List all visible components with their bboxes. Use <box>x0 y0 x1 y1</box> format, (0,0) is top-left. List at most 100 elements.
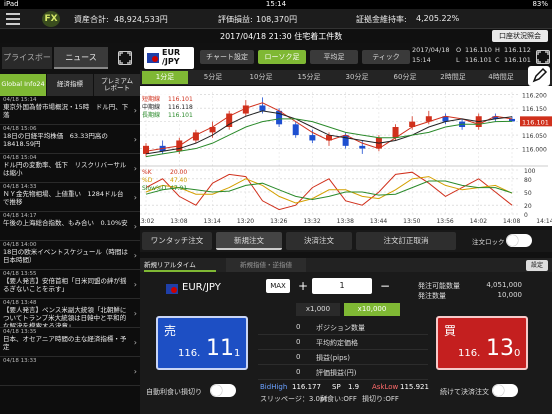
account-bar: FX 資産合計: 48,924,533円 評価損益: 108,370円 証拠金維… <box>0 9 552 29</box>
chart-settings-button[interactable]: チャート設定 <box>200 50 254 64</box>
osc-legend-name: Slow%D <box>142 185 167 192</box>
plus-button[interactable]: + <box>296 279 310 293</box>
chevron-right-icon: › <box>133 280 137 289</box>
news-sub-tabs: Global Info24 経済指標 プレミアム レポート <box>0 74 140 96</box>
tick-button[interactable]: ティック <box>362 50 410 64</box>
heikin-ashi-button[interactable]: 平均足 <box>310 50 358 64</box>
menu-icon[interactable] <box>6 13 20 25</box>
tab-news[interactable]: ニュース <box>54 47 108 69</box>
pen-icon <box>532 67 548 83</box>
candle-body <box>342 135 349 146</box>
tab-one-touch-order[interactable]: ワンタッチ注文 <box>142 232 212 250</box>
news-headline: 18日の日経平均株価 63.33円高の18418.59円 <box>3 132 108 149</box>
info-row: 0 ポジション数量 <box>258 322 428 335</box>
news-item[interactable]: 04/18 15:14 東京外国為替市場概況・15時 ドル円、下落 › <box>0 96 140 125</box>
news-headline: ＮＹ金先物相場、上値重い 1284ドル台で推移 <box>3 190 124 207</box>
tab-settle-order[interactable]: 決済注文 <box>286 232 352 250</box>
timeframe-8[interactable]: 4時間足 <box>478 71 524 84</box>
news-item[interactable]: 04/18 15:06 18日の日経平均株価 63.33円高の18418.59円 › <box>0 125 140 154</box>
draw-tool-button[interactable] <box>528 66 550 86</box>
price-tick-label: 116.200 <box>522 93 547 100</box>
time-tick-label: 13:08 <box>170 218 187 225</box>
trade-tabs: ワンタッチ注文 新規注文 決済注文 注文訂正取消 注文ロック <box>140 230 552 252</box>
candlestick-button[interactable]: ローソク足 <box>258 50 306 64</box>
osc-tick-label: 0 <box>524 212 528 219</box>
news-item[interactable]: 04/18 13:48 【要人発言】ペンス米副大統領「北朝鮮についてトランプ米大統… <box>0 299 140 328</box>
chart-area[interactable]: 116.200116.150116.100116.050116.00010080… <box>137 86 552 226</box>
minus-button[interactable]: − <box>376 279 394 293</box>
chart-expand-icon[interactable] <box>536 50 550 64</box>
info-value: 0 <box>296 353 301 361</box>
settings-button[interactable]: 設定 <box>526 260 548 271</box>
chevron-right-icon: › <box>133 309 137 318</box>
ohlc-time: 15:14 <box>412 56 431 64</box>
slippage: スリッページ：3.0pt <box>260 395 328 403</box>
news-item[interactable]: 04/18 13:55 【要人発言】安倍首相「日米同盟の絆が揺るぎないことを示す」… <box>0 270 140 299</box>
status-bar: iPad 15:14 83% <box>0 0 552 9</box>
tab-premium-report[interactable]: プレミアム レポート <box>94 74 140 96</box>
currency-pair-selector[interactable]: EUR /JPY <box>144 47 194 69</box>
ohlc-high: 116.112 <box>504 46 531 54</box>
unit-1000-button[interactable]: x1,000 <box>296 303 340 316</box>
max-button[interactable]: MAX <box>266 279 290 293</box>
ohlc-open: 116.110 <box>465 46 492 54</box>
unit-10000-button[interactable]: x10,000 <box>344 303 400 316</box>
info-value: 0 <box>296 368 301 376</box>
news-item[interactable]: 04/18 14:00 18日の欧米イベントスケジュール（時間は日本時間） › <box>0 241 140 270</box>
price-chart[interactable]: 116.200116.150116.100116.050116.00010080… <box>137 86 552 226</box>
osc-legend-value: 20.00 <box>170 169 187 176</box>
ask-low-label: AskLow <box>372 383 399 391</box>
margin-label: 証拠金維持率: <box>356 15 407 24</box>
stop-loss-status: 損切り:OFF <box>362 395 399 403</box>
info-key: ポジション数量 <box>316 324 365 332</box>
trade-pair: EUR/JPY <box>182 282 221 293</box>
timeframe-2[interactable]: 5分足 <box>190 71 236 84</box>
timeframe-4[interactable]: 15分足 <box>286 71 332 84</box>
price-legend-name: 中期線 <box>142 103 160 111</box>
tab-order-modify[interactable]: 注文訂正取消 <box>356 232 456 250</box>
chevron-right-icon: › <box>133 338 137 347</box>
tab-new-realtime[interactable]: 新規リアルタイム <box>144 258 216 272</box>
news-headline: 午後の上海総合指数、もみ合い 0.10%安 <box>3 219 128 227</box>
sell-button[interactable]: 売 116. 11 1 <box>156 316 248 370</box>
order-lock-toggle[interactable] <box>506 234 532 247</box>
timeframe-7[interactable]: 2時間足 <box>430 71 476 84</box>
timeframe-6[interactable]: 60分足 <box>382 71 428 84</box>
current-price-label: 116.101 <box>522 118 549 126</box>
price-tick-label: 116.150 <box>522 106 547 113</box>
buy-button[interactable]: 買 116. 13 0 <box>436 316 528 370</box>
pl-value: 108,370円 <box>256 15 298 24</box>
sell-label: 売 <box>164 324 177 338</box>
expand-icon[interactable] <box>118 51 132 65</box>
timeframe-3[interactable]: 10分足 <box>238 71 284 84</box>
timeframe-5[interactable]: 30分足 <box>334 71 380 84</box>
quantity-input[interactable]: 1 <box>312 278 372 294</box>
news-ticker[interactable]: 2017/04/18 21:30 住宅着工件数 <box>220 31 342 42</box>
auto-tp-sl-label: 自動利食い損切り <box>146 388 202 396</box>
news-item[interactable]: 04/18 13:33 › <box>0 357 140 386</box>
osc-tick-label: 20 <box>524 203 532 210</box>
ohlc-low: 116.101 <box>465 56 492 64</box>
news-headline: 18日の欧米イベントスケジュール（時間は日本時間） <box>3 248 128 265</box>
news-item[interactable]: 04/18 14:17 午後の上海総合指数、もみ合い 0.10%安 › <box>0 212 140 241</box>
spread-value: 1.9 <box>348 383 360 391</box>
tab-new-limit[interactable]: 新規指値・逆指値 <box>226 258 306 272</box>
ohlc-date: 2017/04/18 <box>412 46 450 54</box>
chevron-right-icon: › <box>133 222 137 231</box>
eu-jp-flag-icon <box>166 284 178 294</box>
tab-new-order[interactable]: 新規注文 <box>216 232 282 250</box>
continue-settle-label: 続けて決済注文 <box>440 388 489 396</box>
continue-settle-toggle[interactable] <box>492 384 518 397</box>
auto-tp-sl-toggle[interactable] <box>210 384 236 397</box>
tab-price-board[interactable]: プライスボード <box>2 47 52 84</box>
tab-economic-indicators[interactable]: 経済指標 <box>47 74 93 96</box>
news-item[interactable]: 04/18 13:35 日本、オセアニア時間の主な経済指標・予定 › <box>0 328 140 357</box>
tab-global-info[interactable]: Global Info24 <box>0 74 46 96</box>
chevron-right-icon: › <box>133 106 137 115</box>
trade-sub-tabs: 新規リアルタイム 新規指値・逆指値 設定 <box>140 258 552 272</box>
account-status-button[interactable]: 口座状況照会 <box>492 30 548 42</box>
news-item[interactable]: 04/18 15:04 ドル円の変動率、低下 リスクリバーサルは縮小 › <box>0 154 140 183</box>
news-item[interactable]: 04/18 14:33 ＮＹ金先物相場、上値重い 1284ドル台で推移 › <box>0 183 140 212</box>
buy-label: 買 <box>444 324 457 338</box>
timeframe-1[interactable]: 1分足 <box>142 71 188 84</box>
